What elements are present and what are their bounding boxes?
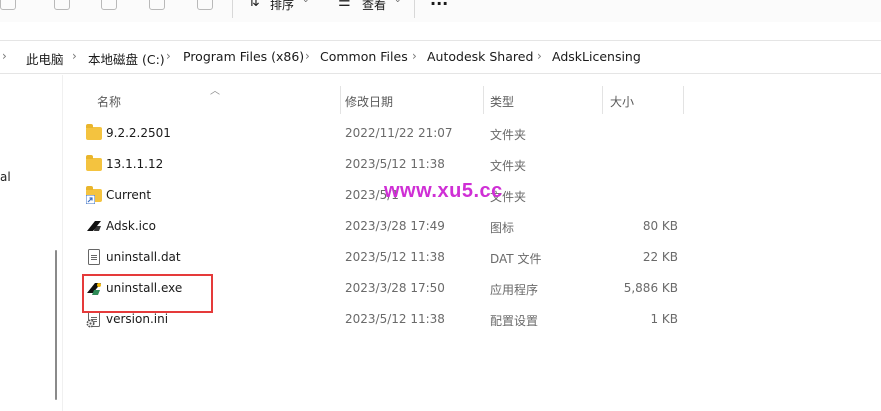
file-date: 2023/5/12 11:38	[345, 250, 445, 264]
file-date: 2023/3/28 17:49	[345, 219, 445, 233]
file-row[interactable]: uninstall.dat 2023/5/12 11:38 DAT 文件 22 …	[78, 242, 686, 273]
file-row[interactable]: Current 2023/5/1 文件夹	[78, 180, 686, 211]
pane-divider	[62, 75, 63, 411]
view-label: 查看	[362, 0, 387, 12]
delete-icon[interactable]	[197, 0, 213, 10]
file-name: 13.1.1.12	[106, 157, 164, 171]
file-date: 2023/3/28 17:50	[345, 281, 445, 295]
file-size: 1 KB	[650, 312, 678, 326]
file-name: uninstall.dat	[106, 250, 181, 264]
chevron-right-icon: ›	[166, 49, 171, 63]
file-name: 9.2.2.2501	[106, 126, 171, 140]
chevron-right-icon: ›	[537, 49, 542, 63]
file-size: 22 KB	[642, 250, 678, 264]
column-divider[interactable]	[683, 86, 684, 114]
file-type: 文件夹	[490, 128, 527, 142]
file-name: Adsk.ico	[106, 219, 156, 233]
chevron-right-icon: ›	[2, 49, 7, 63]
sort-ascending-icon: ︿	[210, 86, 220, 97]
document-icon	[86, 249, 102, 265]
chevron-right-icon: ›	[305, 49, 310, 63]
autodesk-icon	[86, 218, 102, 234]
breadcrumb-common-files[interactable]: Common Files	[320, 49, 408, 64]
highlight-box	[82, 274, 213, 313]
folder-icon	[86, 155, 102, 172]
file-type: DAT 文件	[490, 252, 542, 266]
column-divider[interactable]	[340, 86, 341, 114]
copy-icon[interactable]	[54, 0, 70, 10]
column-header-name[interactable]: 名称	[97, 93, 121, 110]
file-name: version.ini	[106, 312, 169, 326]
navigation-pane	[0, 75, 62, 411]
view-button[interactable]: ☰ 查看 ⌄	[338, 0, 402, 18]
nav-item-partial[interactable]: al	[0, 170, 11, 184]
file-row[interactable]: Adsk.ico 2023/3/28 17:49 图标 80 KB	[78, 211, 686, 242]
file-date: 2022/11/22 21:07	[345, 126, 453, 140]
file-type: 图标	[490, 221, 515, 235]
sort-button[interactable]: ⇅ 排序 ⌄	[248, 0, 310, 18]
file-row[interactable]: 13.1.1.12 2023/5/12 11:38 文件夹	[78, 149, 686, 180]
breadcrumb-autodesk-shared[interactable]: Autodesk Shared	[427, 49, 533, 64]
file-date: 2023/5/12 11:38	[345, 312, 445, 326]
file-size: 80 KB	[642, 219, 678, 233]
chevron-down-icon: ⌄	[302, 0, 310, 5]
chevron-right-icon: ›	[72, 49, 77, 63]
file-size: 5,886 KB	[623, 281, 678, 295]
command-bar: ⇅ 排序 ⌄ ☰ 查看 ⌄ ···	[0, 0, 881, 22]
nav-scrollbar[interactable]	[55, 250, 57, 400]
file-date: 2023/5/12 11:38	[345, 157, 445, 171]
chevron-down-icon: ⌄	[394, 0, 402, 5]
file-type: 应用程序	[490, 283, 539, 297]
share-icon[interactable]	[149, 0, 165, 10]
file-row[interactable]: 9.2.2.2501 2022/11/22 21:07 文件夹	[78, 118, 686, 149]
watermark-text: www.xu5.cc	[384, 180, 503, 202]
column-divider[interactable]	[483, 86, 484, 114]
paste-icon[interactable]	[101, 0, 117, 10]
folder-icon	[86, 124, 102, 141]
chevron-right-icon: ›	[412, 49, 417, 63]
toolbar-divider	[232, 0, 233, 18]
column-header-type[interactable]: 类型	[490, 93, 514, 110]
breadcrumb-this-pc[interactable]: 此电脑	[26, 49, 64, 68]
breadcrumb-program-files[interactable]: Program Files (x86)	[183, 49, 304, 64]
file-type: 文件夹	[490, 159, 527, 173]
breadcrumb-local-disk[interactable]: 本地磁盘 (C:)	[88, 49, 165, 68]
more-options-button[interactable]: ···	[430, 0, 448, 13]
settings-file-icon	[86, 311, 102, 328]
sort-icon: ⇅	[248, 0, 260, 10]
view-icon: ☰	[338, 0, 351, 10]
breadcrumb-adsklicensing[interactable]: AdskLicensing	[552, 49, 641, 64]
column-divider[interactable]	[602, 86, 603, 114]
file-type: 配置设置	[490, 314, 539, 328]
column-header-size[interactable]: 大小	[610, 93, 634, 110]
toolbar-divider	[414, 0, 415, 18]
file-name: Current	[106, 188, 152, 202]
new-icon[interactable]	[0, 0, 16, 10]
sort-label: 排序	[270, 0, 295, 12]
folder-shortcut-icon	[86, 186, 102, 204]
column-header-date[interactable]: 修改日期	[345, 93, 393, 110]
